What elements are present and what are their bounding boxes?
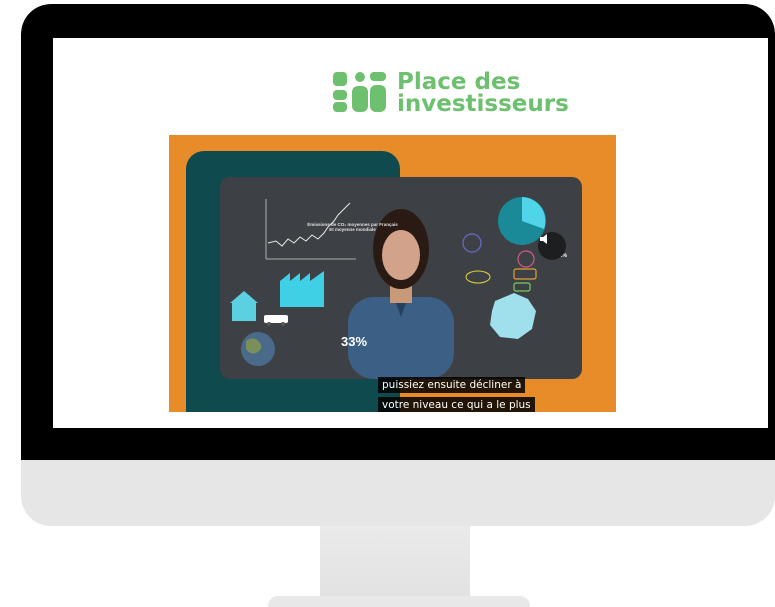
brand-name: Place des investisseurs — [397, 69, 569, 117]
chalkboard-illustrations — [230, 197, 546, 379]
video-chalkboard: Émissions de CO₂ moyennes par Français E… — [220, 177, 582, 412]
house-icon — [230, 291, 258, 321]
video-player[interactable]: Émissions de CO₂ moyennes par Français E… — [169, 135, 616, 412]
factory-icon — [280, 271, 324, 307]
subtitle-line-2: votre niveau ce qui a le plus — [378, 397, 535, 412]
monitor-frame: Place des investisseurs Émissions de CO₂… — [21, 4, 775, 526]
subtitle-line-1: puissiez ensuite décliner à — [378, 377, 526, 393]
brand-logo[interactable]: Place des investisseurs — [331, 68, 569, 118]
board-stat-33: 33% — [341, 334, 368, 349]
france-map-icon — [490, 293, 536, 339]
brand-name-line1: Place des — [397, 69, 521, 95]
monitor-stand-base — [268, 596, 530, 607]
car-icon — [264, 315, 288, 326]
monitor-screen: Place des investisseurs Émissions de CO₂… — [53, 38, 768, 428]
speaker-icon — [540, 234, 547, 244]
presenter-figure — [348, 209, 454, 379]
video-subtitles: puissiez ensuite décliner à votre niveau… — [378, 375, 535, 412]
logo-grid-icon — [333, 72, 386, 112]
monitor-stand-neck — [320, 526, 470, 598]
brand-name-line2: investisseurs — [397, 91, 569, 117]
mute-button[interactable] — [538, 232, 566, 260]
monitor-bezel: Place des investisseurs Émissions de CO₂… — [21, 4, 775, 460]
board-chart-title: Émissions de CO₂ moyennes par Français E… — [307, 222, 398, 232]
